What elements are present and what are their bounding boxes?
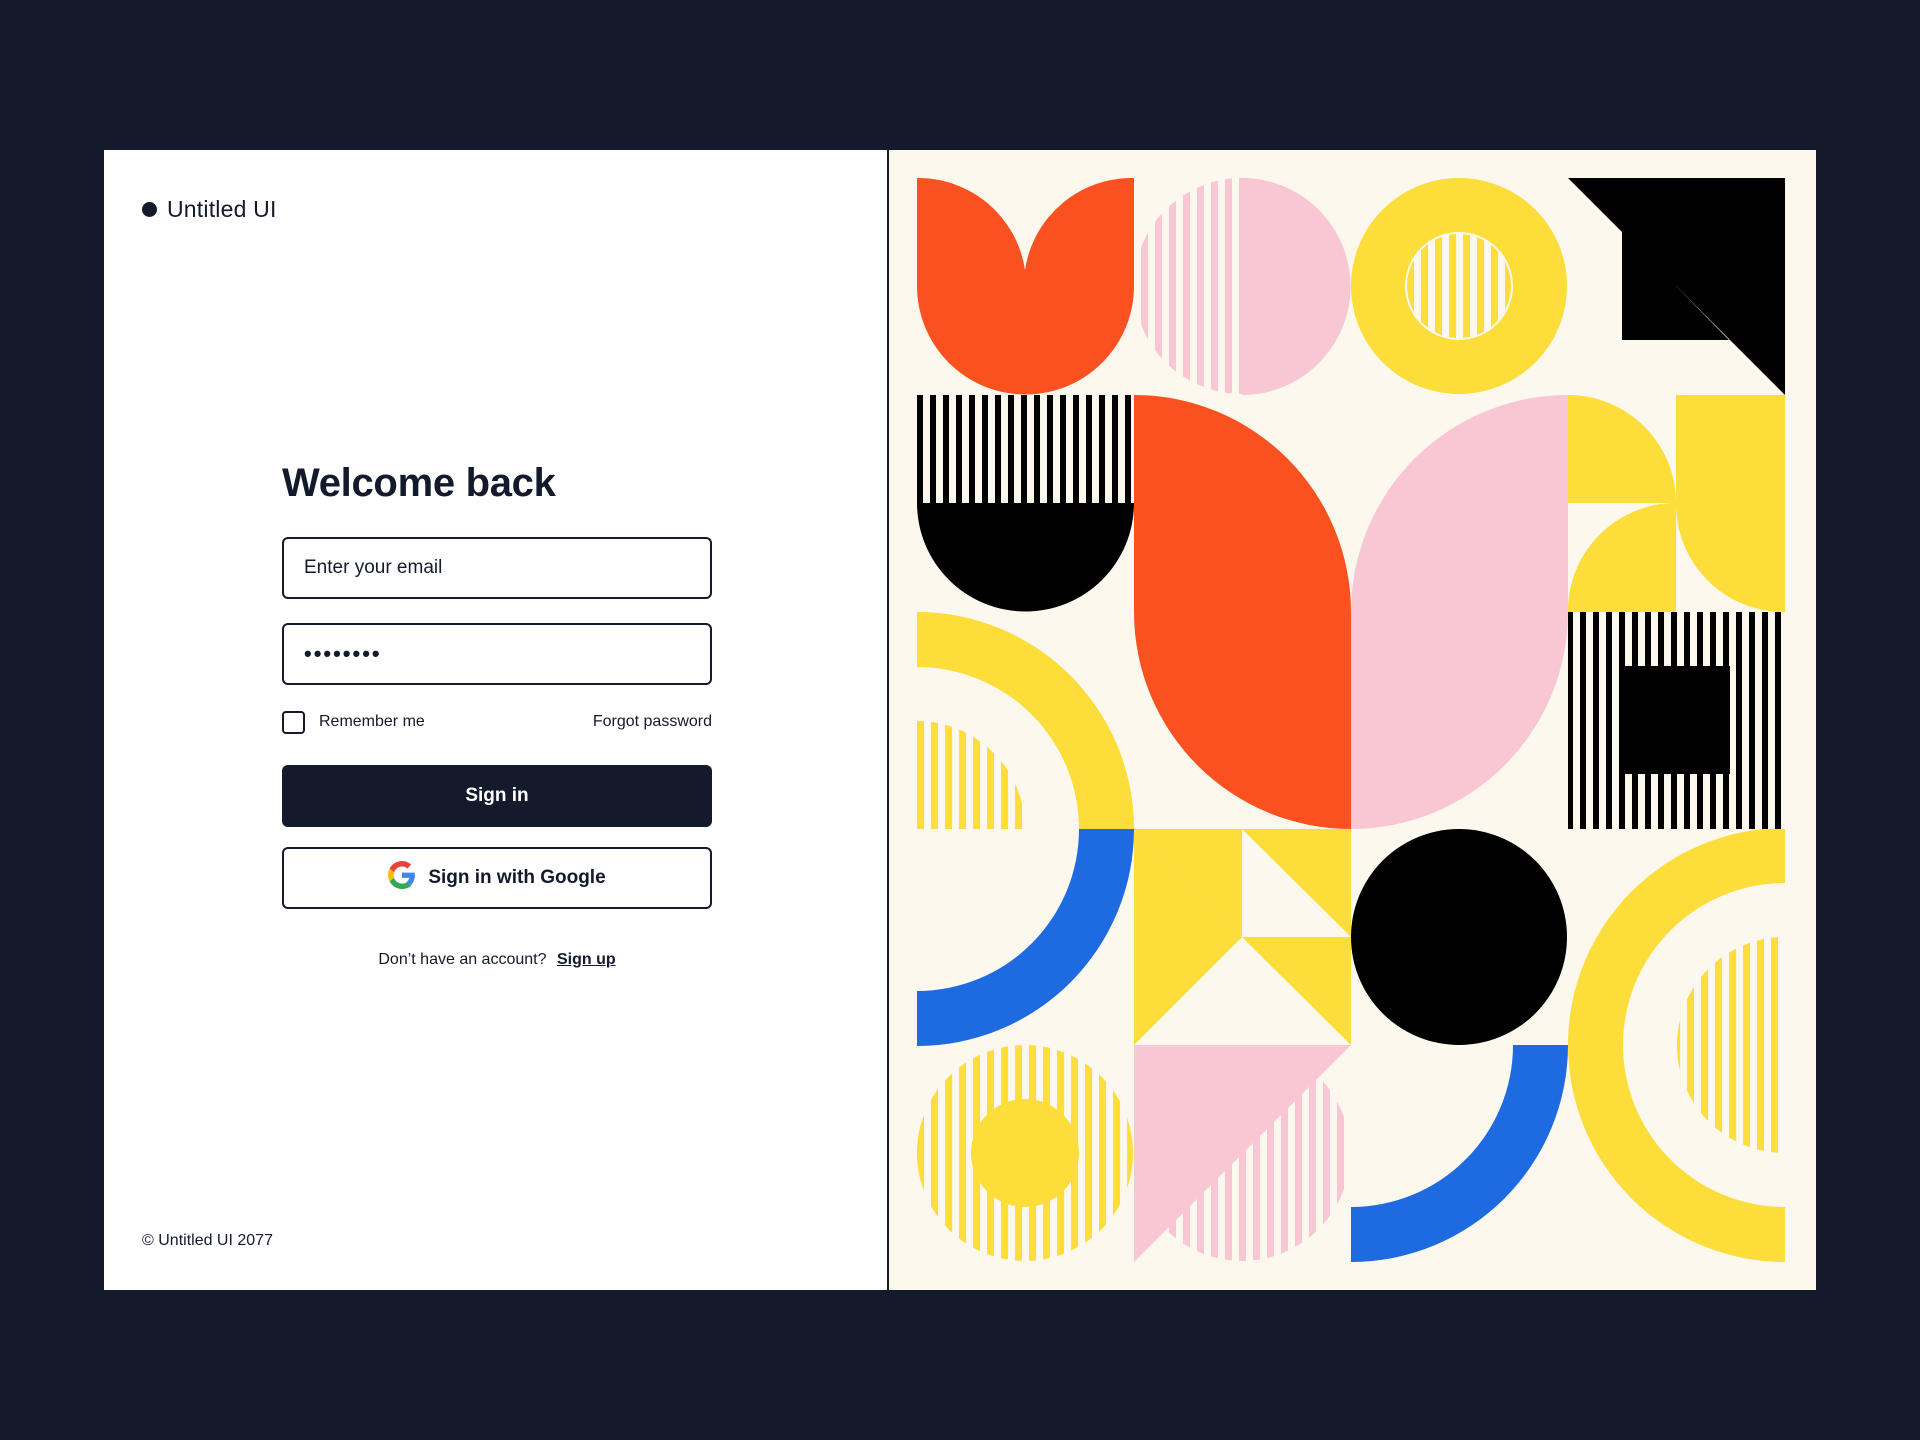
email-field[interactable]: Enter your email [282, 537, 712, 599]
login-panel: Untitled UI Welcome back Enter your emai… [104, 150, 889, 1290]
pink-leaf [1351, 395, 1568, 829]
google-label: Sign in with Google [428, 867, 606, 888]
brand-logo[interactable]: Untitled UI [142, 196, 277, 223]
black-corner-shape [1568, 178, 1785, 395]
yellow-pinwheel [1567, 395, 1785, 613]
signin-label: Sign in [465, 785, 529, 806]
forgot-password-link[interactable]: Forgot password [593, 713, 712, 731]
brand-name: Untitled UI [167, 196, 277, 222]
yellow-triangles [1134, 829, 1351, 1045]
signin-button[interactable]: Sign in [282, 765, 712, 827]
black-circle [1351, 829, 1567, 1045]
dot-icon [142, 202, 157, 217]
yellow-ring [1351, 178, 1567, 394]
app-frame: Untitled UI Welcome back Enter your emai… [104, 150, 1816, 1290]
remember-label: Remember me [319, 713, 425, 730]
email-placeholder: Enter your email [304, 557, 443, 578]
remember-me[interactable]: Remember me [282, 710, 425, 734]
password-value: •••••••• [304, 641, 382, 666]
password-field[interactable]: •••••••• [282, 623, 712, 685]
orange-tulip [917, 178, 1134, 395]
remember-checkbox[interactable] [282, 710, 305, 734]
black-stripe-square [1568, 612, 1785, 829]
pink-triangle-stripe [1134, 1045, 1351, 1262]
yellow-big-ring [1568, 829, 1785, 1262]
orange-leaf [1134, 395, 1351, 829]
signup-row: Don’t have an account? Sign up [282, 951, 712, 969]
pink-stripe-circle [1134, 178, 1351, 395]
geometric-artwork [917, 178, 1785, 1262]
artwork-panel [889, 150, 1816, 1290]
google-g-icon [388, 861, 416, 895]
login-form: Welcome back Enter your email •••••••• R… [282, 460, 712, 969]
page-title: Welcome back [282, 461, 556, 505]
black-stripe-bowl [917, 395, 1134, 612]
no-account-text: Don’t have an account? [378, 951, 547, 968]
google-signin-button[interactable]: Sign in with Google [282, 847, 712, 909]
options-row: Remember me Forgot password [282, 709, 712, 735]
signup-link[interactable]: Sign up [557, 951, 616, 968]
copyright: © Untitled UI 2077 [142, 1232, 273, 1249]
yellow-stripe-circle [917, 1045, 1133, 1261]
